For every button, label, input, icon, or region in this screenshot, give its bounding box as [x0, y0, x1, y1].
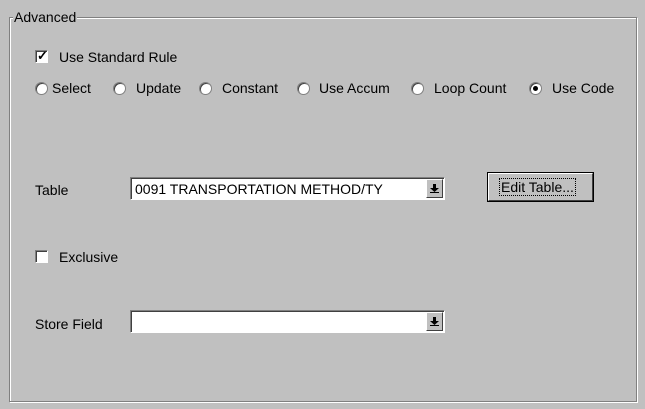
store-field-combobox[interactable] — [130, 310, 445, 333]
table-dropdown-button[interactable] — [426, 179, 443, 198]
radio-loop-count-label: Loop Count — [434, 80, 507, 96]
radio-constant-circle[interactable] — [199, 82, 212, 95]
store-field-label: Store Field — [35, 316, 103, 332]
dropdown-arrow-icon — [430, 317, 439, 326]
use-standard-rule-label: Use Standard Rule — [59, 49, 178, 65]
edit-table-button[interactable]: Edit Table... — [487, 172, 594, 202]
radio-update-circle[interactable] — [113, 82, 126, 95]
exclusive-checkbox-box[interactable] — [35, 250, 48, 263]
radio-use-accum-circle[interactable] — [297, 82, 310, 95]
table-combobox-value: 0091 TRANSPORTATION METHOD/TY — [135, 181, 383, 197]
radio-constant-label: Constant — [222, 80, 279, 96]
radio-use-code[interactable]: Use Code — [529, 79, 629, 97]
radio-use-code-label: Use Code — [552, 80, 615, 96]
use-standard-rule-checkbox-box[interactable]: ✓ — [35, 48, 48, 63]
checkmark-icon: ✓ — [37, 48, 48, 63]
use-standard-rule-checkbox[interactable]: ✓ Use Standard Rule — [35, 48, 205, 66]
radio-select-label: Select — [52, 80, 91, 96]
radio-select-circle[interactable] — [35, 82, 48, 95]
radio-loop-count-circle[interactable] — [411, 82, 424, 95]
store-field-dropdown-button[interactable] — [426, 312, 443, 331]
radio-loop-count[interactable]: Loop Count — [411, 79, 521, 97]
radio-update[interactable]: Update — [113, 79, 199, 97]
radio-update-label: Update — [136, 80, 182, 96]
radio-use-accum-label: Use Accum — [319, 80, 390, 96]
radio-selected-dot — [533, 86, 538, 91]
radio-constant[interactable]: Constant — [199, 79, 299, 97]
edit-table-button-label: Edit Table... — [499, 178, 576, 196]
exclusive-checkbox[interactable]: Exclusive — [35, 248, 145, 266]
table-combobox[interactable]: 0091 TRANSPORTATION METHOD/TY — [130, 177, 445, 200]
radio-select[interactable]: Select — [35, 79, 115, 97]
advanced-group-title: Advanced — [13, 8, 78, 26]
radio-use-accum[interactable]: Use Accum — [297, 79, 409, 97]
exclusive-label: Exclusive — [59, 249, 119, 265]
table-label: Table — [35, 182, 69, 198]
dropdown-arrow-icon — [430, 184, 439, 193]
radio-use-code-circle[interactable] — [529, 82, 542, 95]
advanced-groupbox — [9, 17, 637, 402]
